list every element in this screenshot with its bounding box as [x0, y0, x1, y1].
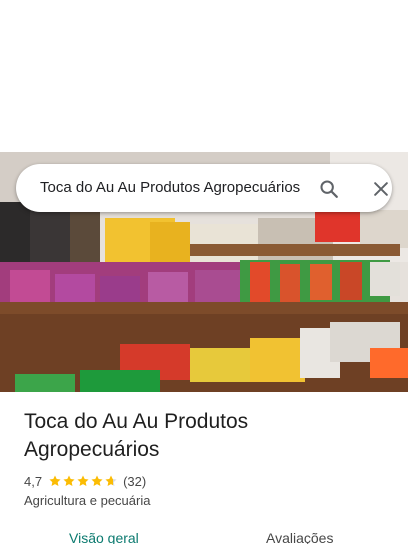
place-info-panel: Toca do Au Au Produtos Agropecuários 4,7…: [0, 392, 408, 544]
map-area-blank: [0, 0, 408, 152]
search-bar[interactable]: Toca do Au Au Produtos Agropecuários: [16, 164, 392, 212]
star-icon: [63, 475, 75, 487]
star-rating: [48, 474, 118, 488]
star-icon: [49, 475, 61, 487]
search-icon[interactable]: [316, 176, 342, 202]
close-icon[interactable]: [368, 176, 394, 202]
tab-bar: Visão geral Avaliações: [0, 530, 408, 544]
star-icon: [105, 475, 117, 487]
review-count[interactable]: (32): [123, 474, 146, 489]
star-icon: [91, 475, 103, 487]
star-icon: [77, 475, 89, 487]
search-input[interactable]: Toca do Au Au Produtos Agropecuários: [40, 164, 302, 212]
tab-overview[interactable]: Visão geral: [69, 530, 139, 544]
rating-value: 4,7: [24, 473, 43, 489]
tab-reviews[interactable]: Avaliações: [266, 530, 333, 544]
place-title: Toca do Au Au Produtos Agropecuários: [24, 410, 249, 461]
place-category: Agricultura e pecuária: [24, 493, 151, 508]
rating-row[interactable]: 4,7 (32): [24, 472, 146, 490]
